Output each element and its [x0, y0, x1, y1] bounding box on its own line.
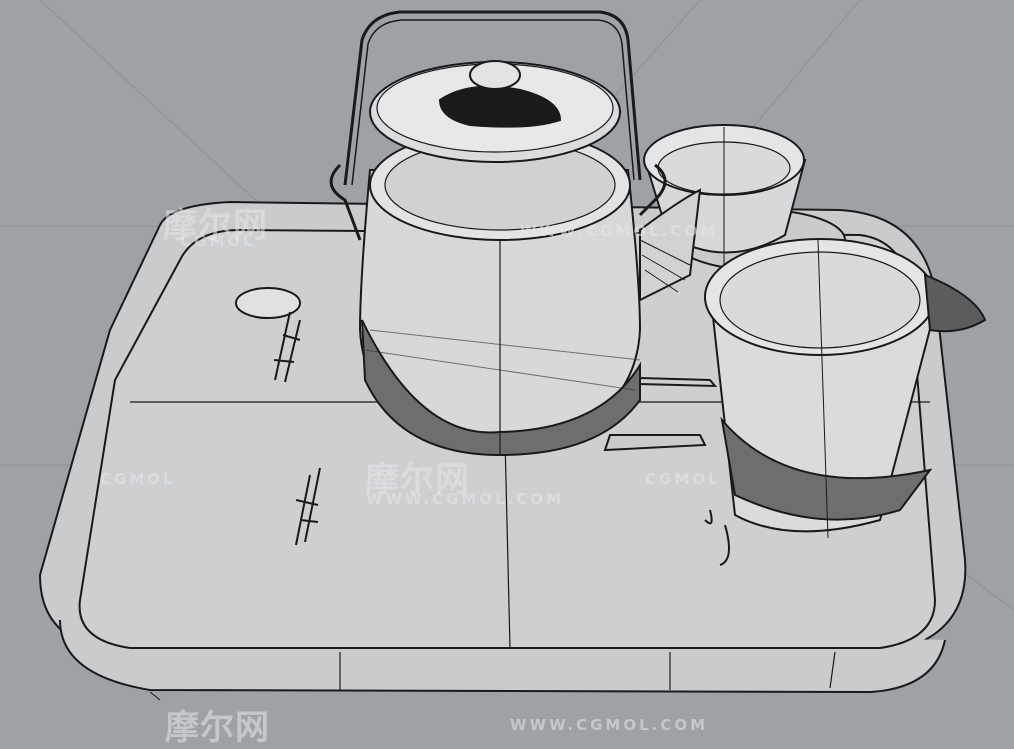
- watermark: 摩尔网: [165, 708, 270, 748]
- render-viewport: 摩尔网 CGMOL 摩尔网 WWW.CGMOL.COM CGMOL CGMOL …: [0, 0, 1014, 748]
- watermark: WWW.CGMOL.COM: [510, 716, 709, 734]
- watermark: CGMOL: [645, 470, 721, 488]
- watermark: WWW.CGMOL.COM: [520, 222, 719, 240]
- watermark: CGMOL: [180, 232, 256, 250]
- teapot-lid: [369, 60, 621, 163]
- watermark: WWW.CGMOL.COM: [366, 490, 565, 508]
- watermark: CGMOL: [100, 470, 176, 488]
- wireframe-scene: [0, 0, 1014, 701]
